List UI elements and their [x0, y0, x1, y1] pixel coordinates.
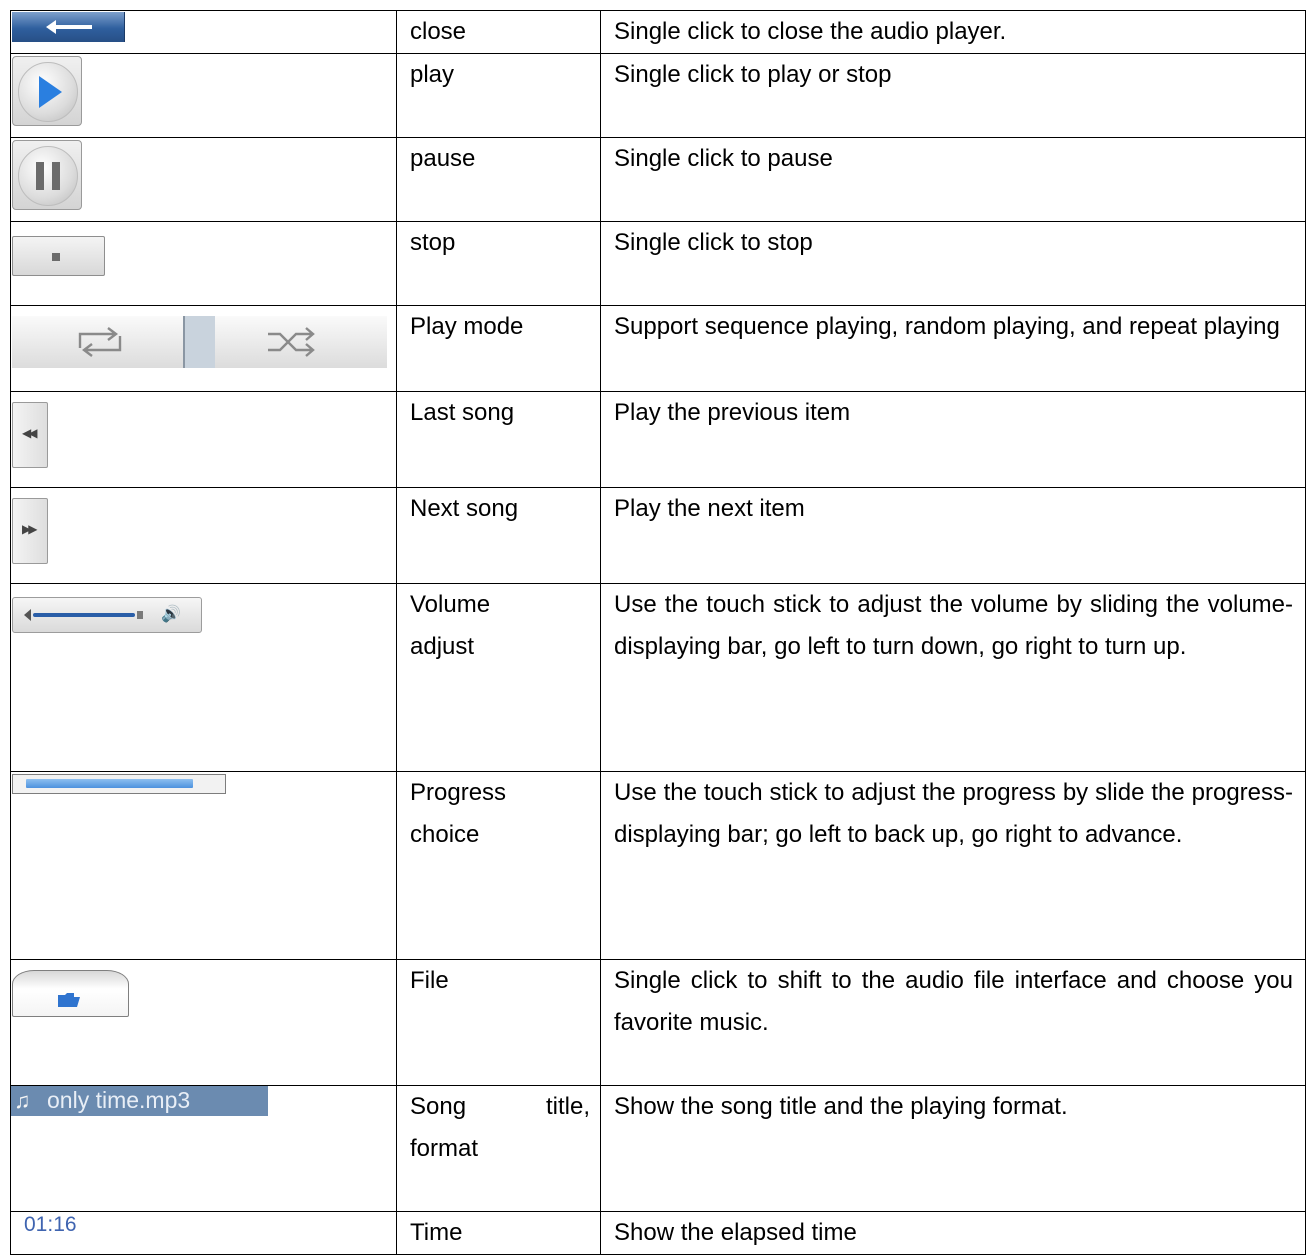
pause-icon[interactable]: [12, 140, 82, 210]
speaker-high-icon: 🔊: [161, 606, 181, 623]
icon-cell: [10, 221, 397, 306]
control-description: Play the next item: [600, 487, 1306, 584]
control-name: Song title, format: [396, 1085, 601, 1212]
control-name: play: [396, 53, 601, 138]
icon-cell: [10, 771, 397, 960]
table-row: stop Single click to stop: [10, 221, 1306, 306]
control-description: Single click to pause: [600, 137, 1306, 222]
volume-slider-icon[interactable]: 🔊: [12, 597, 202, 633]
close-arrow-icon[interactable]: [12, 12, 125, 42]
control-description: Single click to close the audio player.: [600, 10, 1306, 54]
control-name: close: [396, 10, 601, 54]
table-row: pause Single click to pause: [10, 137, 1306, 222]
icon-cell: [10, 305, 397, 392]
control-name-line: Song title,: [410, 1093, 590, 1120]
control-name-line: choice: [410, 821, 480, 848]
stop-icon[interactable]: [12, 236, 105, 276]
folder-icon[interactable]: [12, 970, 129, 1017]
icon-cell: 01:16: [10, 1211, 397, 1255]
control-name-line: format: [410, 1135, 479, 1162]
control-name-line: adjust: [410, 633, 475, 660]
table-row: 🔊 Volume adjust Use the touch stick to a…: [10, 583, 1306, 772]
next-icon[interactable]: ▶▶: [12, 498, 48, 564]
control-description: Single click to play or stop: [600, 53, 1306, 138]
icon-cell: ♫ only time.mp3: [10, 1085, 397, 1212]
control-description: Single click to stop: [600, 221, 1306, 306]
repeat-shuffle-icon[interactable]: [12, 316, 387, 368]
table-row: ♫ only time.mp3 Song title, format Show …: [10, 1085, 1306, 1212]
table-row: close Single click to close the audio pl…: [10, 10, 1306, 54]
song-title-display: ♫ only time.mp3: [11, 1086, 268, 1116]
icon-cell: ◀◀: [10, 391, 397, 488]
progress-bar-icon[interactable]: [12, 774, 226, 794]
table-row: ▶▶ Next song Play the next item: [10, 487, 1306, 584]
control-name: Time: [396, 1211, 601, 1255]
control-name: Progress choice: [396, 771, 601, 960]
previous-icon[interactable]: ◀◀: [12, 402, 48, 468]
icon-cell: [10, 137, 397, 222]
speaker-low-icon: [24, 609, 31, 621]
table-row: Progress choice Use the touch stick to a…: [10, 771, 1306, 960]
icon-cell: ▶▶: [10, 487, 397, 584]
control-name-line: Volume: [410, 591, 491, 618]
table-row: play Single click to play or stop: [10, 53, 1306, 138]
music-note-icon: ♫: [14, 1088, 31, 1113]
table-row: 01:16 Time Show the elapsed time: [10, 1211, 1306, 1255]
icon-cell: [10, 959, 397, 1086]
control-name: Play mode: [396, 305, 601, 392]
control-name: stop: [396, 221, 601, 306]
control-description: Support sequence playing, random playing…: [600, 305, 1306, 392]
control-description: Show the song title and the playing form…: [600, 1085, 1306, 1212]
icon-cell: [10, 10, 397, 54]
control-name: Next song: [396, 487, 601, 584]
control-description: Use the touch stick to adjust the progre…: [600, 771, 1306, 960]
icon-cell: [10, 53, 397, 138]
control-name-line: Progress: [410, 779, 507, 806]
control-description: Show the elapsed time: [600, 1211, 1306, 1255]
table-row: ◀◀ Last song Play the previous item: [10, 391, 1306, 488]
control-name: Volume adjust: [396, 583, 601, 772]
table-row: Play mode Support sequence playing, rand…: [10, 305, 1306, 392]
control-description: Use the touch stick to adjust the volume…: [600, 583, 1306, 772]
song-title-text: only time.mp3: [47, 1087, 191, 1113]
control-name: Last song: [396, 391, 601, 488]
controls-reference-table: close Single click to close the audio pl…: [10, 10, 1306, 1255]
icon-cell: 🔊: [10, 583, 397, 772]
table-row: File Single click to shift to the audio …: [10, 959, 1306, 1086]
control-name: pause: [396, 137, 601, 222]
control-name: File: [396, 959, 601, 1086]
control-description: Single click to shift to the audio file …: [600, 959, 1306, 1086]
elapsed-time-display: 01:16: [24, 1213, 77, 1236]
play-icon[interactable]: [12, 56, 82, 126]
control-description: Play the previous item: [600, 391, 1306, 488]
